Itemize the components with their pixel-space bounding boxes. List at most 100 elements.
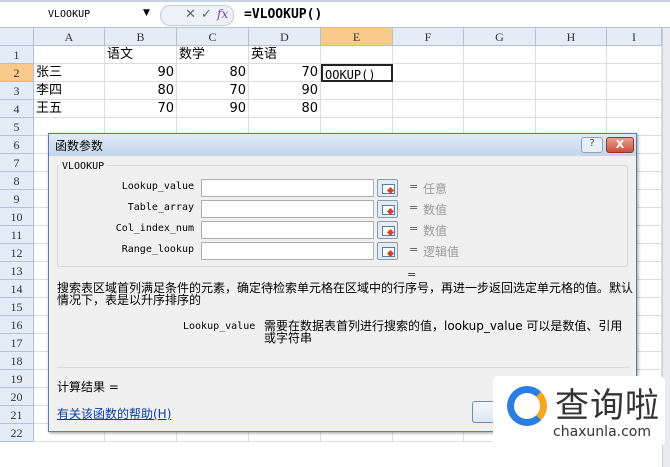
cell[interactable]: OOKUP() [321,64,393,82]
equals-sign: = [409,243,419,256]
cell[interactable] [393,100,464,118]
cell[interactable]: 70 [249,64,321,82]
collapse-dialog-icon[interactable] [377,200,398,218]
cell[interactable] [464,82,536,100]
function-description: 搜索表区域首列满足条件的元素，确定待检索单元格在区域中的行序号，再进一步返回选定… [57,281,634,307]
cell[interactable] [393,46,464,64]
column-header[interactable]: H [536,28,607,46]
arg-row: Col_index_num = 数值 [49,221,638,239]
cell[interactable]: 张三 [34,64,105,82]
column-header[interactable]: G [464,28,536,46]
cell[interactable] [393,64,464,82]
name-box[interactable]: VLOOKUP [0,6,158,26]
arg-type: 任意 [423,182,448,196]
cell[interactable]: 数学 [177,46,249,64]
row-header[interactable]: 4 [0,100,34,118]
cell[interactable] [536,100,607,118]
arg-input[interactable] [201,221,374,239]
help-button[interactable]: ? [581,137,603,153]
row-header[interactable]: 20 [0,388,34,406]
collapse-dialog-icon[interactable] [377,179,398,197]
cell[interactable]: 90 [177,100,249,118]
help-link[interactable]: 有关该函数的帮助(H) [57,405,171,422]
cell[interactable] [607,46,662,64]
cell[interactable]: 李四 [34,82,105,100]
formula-result-eq: = [407,268,417,281]
cell[interactable] [607,64,662,82]
cell[interactable] [393,82,464,100]
cell[interactable] [464,100,536,118]
column-header[interactable]: E [321,28,393,46]
row-header[interactable]: 12 [0,244,34,262]
cell[interactable]: 80 [105,82,177,100]
row-header[interactable]: 17 [0,334,34,352]
cell[interactable]: 70 [177,82,249,100]
check-icon[interactable]: ✓ [201,7,212,22]
fx-icon[interactable]: fx [217,7,228,21]
row-header[interactable]: 5 [0,118,34,136]
cell[interactable] [464,64,536,82]
row-header[interactable]: 6 [0,136,34,154]
cell[interactable]: 90 [105,64,177,82]
cell[interactable] [607,82,662,100]
chevron-down-icon[interactable]: ▼ [143,8,150,18]
arg-input[interactable] [201,242,374,260]
column-header[interactable]: A [34,28,105,46]
cell[interactable]: 语文 [105,46,177,64]
column-header[interactable]: D [249,28,321,46]
select-all-corner[interactable] [0,28,34,46]
cell[interactable] [34,46,105,64]
cell[interactable] [321,82,393,100]
row-header[interactable]: 14 [0,280,34,298]
row-header[interactable]: 1 [0,46,34,64]
row-header[interactable]: 18 [0,352,34,370]
cell[interactable]: 90 [249,82,321,100]
cell[interactable] [536,82,607,100]
cell[interactable]: 80 [177,64,249,82]
row-header[interactable]: 9 [0,190,34,208]
row-header[interactable]: 16 [0,316,34,334]
formula-bar: VLOOKUP ▼ ✕ ✓ fx =VLOOKUP() [0,0,670,28]
arg-input[interactable] [201,179,374,197]
row-header[interactable]: 2 [0,64,34,82]
equals-sign: = [409,222,419,235]
formula-input[interactable]: =VLOOKUP() [244,7,322,22]
row-header[interactable]: 11 [0,226,34,244]
collapse-dialog-icon[interactable] [377,221,398,239]
cell[interactable] [464,46,536,64]
column-header[interactable]: B [105,28,177,46]
row-header[interactable]: 15 [0,298,34,316]
cell[interactable]: 70 [105,100,177,118]
row-header[interactable]: 19 [0,370,34,388]
watermark-url: chaxunla.com [553,424,651,440]
logo-icon [507,386,547,426]
cell[interactable] [321,100,393,118]
cell[interactable] [321,46,393,64]
row-header[interactable]: 10 [0,208,34,226]
row-header[interactable]: 8 [0,172,34,190]
arg-input[interactable] [201,200,374,218]
row-header[interactable]: 13 [0,262,34,280]
row-header[interactable]: 22 [0,424,34,442]
arg-label: Range_lookup [121,244,194,255]
cell[interactable] [536,64,607,82]
dialog-title: 函数参数 [49,134,636,156]
cell[interactable] [536,46,607,64]
cell[interactable]: 80 [249,100,321,118]
arg-row: Range_lookup = 逻辑值 [49,242,638,260]
row-header[interactable]: 7 [0,154,34,172]
row-header[interactable]: 3 [0,82,34,100]
cancel-icon[interactable]: ✕ [185,7,196,22]
column-header[interactable]: F [393,28,464,46]
collapse-dialog-icon[interactable] [377,242,398,260]
formula-buttons: ✕ ✓ fx [160,5,234,26]
cell[interactable]: 王五 [34,100,105,118]
column-header[interactable]: I [607,28,662,46]
equals-sign: = [409,180,419,193]
row-header[interactable]: 21 [0,406,34,424]
cell[interactable]: 英语 [249,46,321,64]
cell[interactable] [607,100,662,118]
column-header[interactable]: C [177,28,249,46]
close-button[interactable]: X [606,137,634,153]
arg-type: 数值 [423,203,448,217]
